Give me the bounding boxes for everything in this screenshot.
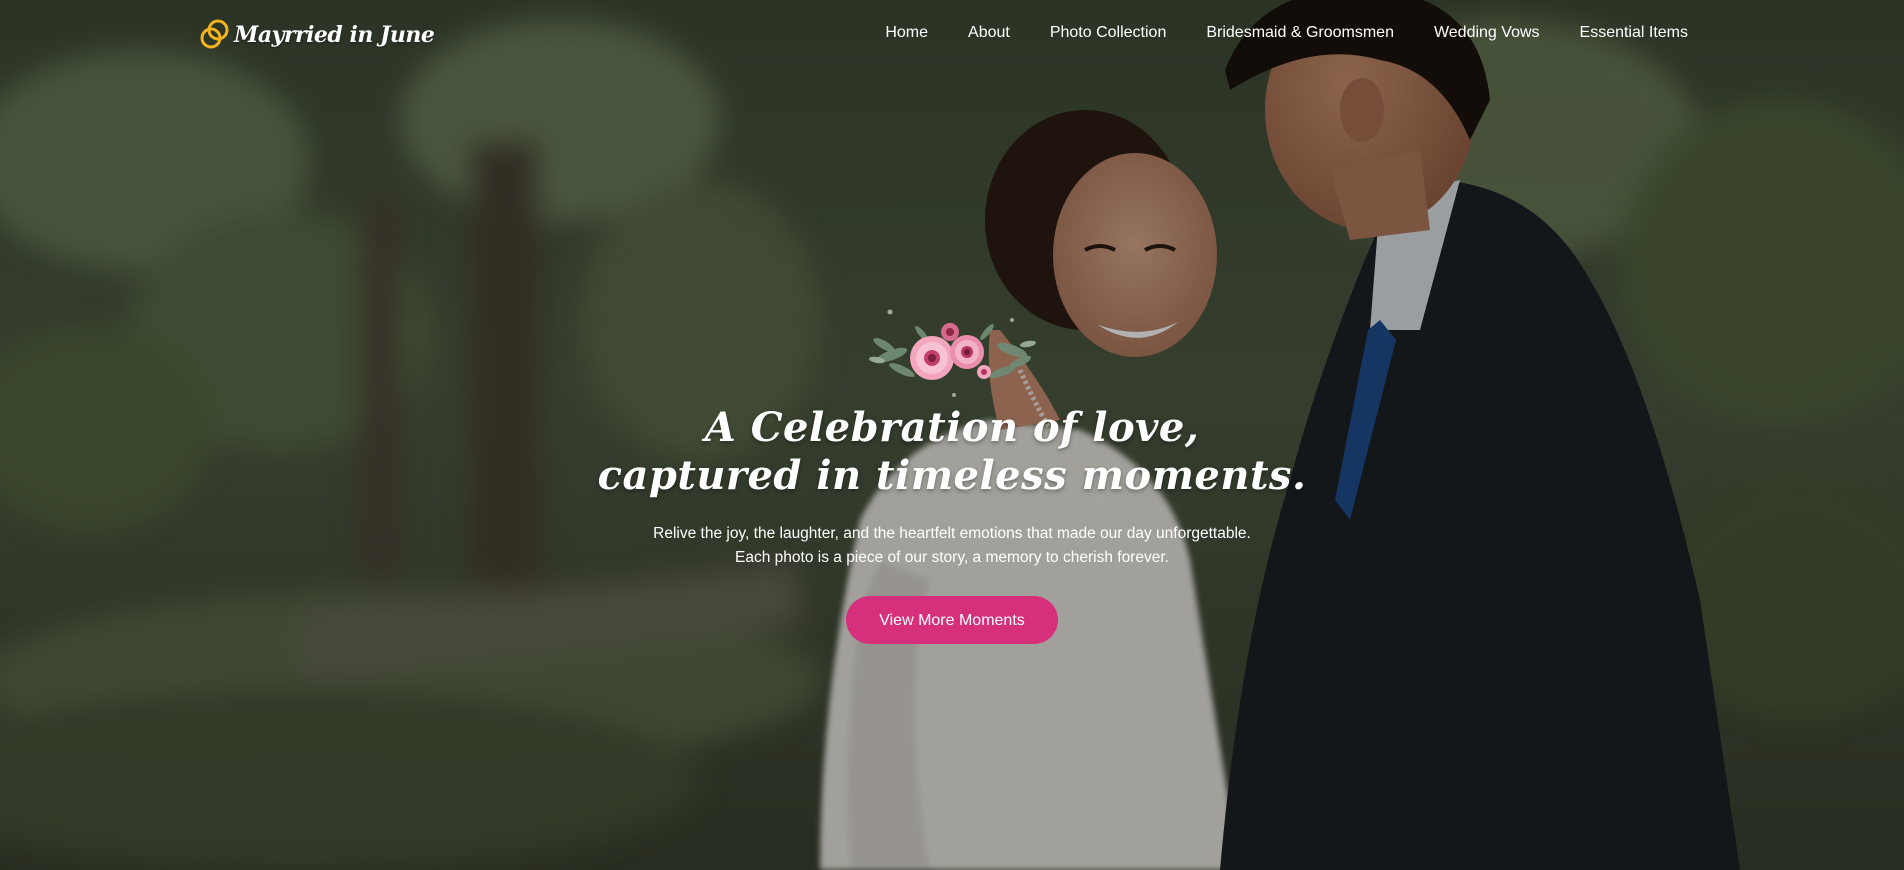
wedding-rings-icon — [200, 19, 229, 49]
pink-flowers-icon — [869, 309, 1036, 397]
nav-item-bridesmaid-groomsmen: Bridesmaid & Groomsmen — [1206, 24, 1394, 42]
nav-menu: Home About Photo Collection Bridesmaid &… — [885, 24, 1688, 42]
nav-item-home: Home — [885, 24, 928, 42]
nav-item-about: About — [968, 24, 1010, 42]
brand-name: Mayrried in June — [234, 22, 435, 48]
hero-subtext: Relive the joy, the laughter, and the he… — [552, 522, 1352, 570]
nav-link-home[interactable]: Home — [885, 24, 928, 41]
nav-item-essential-items: Essential Items — [1580, 24, 1688, 42]
nav-link-bridesmaid-groomsmen[interactable]: Bridesmaid & Groomsmen — [1206, 24, 1394, 41]
nav-item-photo-collection: Photo Collection — [1050, 24, 1167, 42]
hero-subtext-line1: Relive the joy, the laughter, and the he… — [653, 525, 1251, 542]
nav-link-about[interactable]: About — [968, 24, 1010, 41]
top-navigation: Mayrried in June Home About Photo Collec… — [0, 0, 1904, 70]
nav-link-wedding-vows[interactable]: Wedding Vows — [1434, 24, 1540, 41]
hero-headline-line1: A Celebration of love, — [704, 404, 1200, 451]
hero-content: A Celebration of love, captured in timel… — [552, 300, 1352, 644]
hero-headline-line2: captured in timeless moments. — [597, 452, 1307, 499]
hero-headline: A Celebration of love, captured in timel… — [552, 404, 1352, 500]
view-more-moments-button[interactable]: View More Moments — [846, 596, 1058, 644]
hero-section: Mayrried in June Home About Photo Collec… — [0, 0, 1904, 870]
hero-subtext-line2: Each photo is a piece of our story, a me… — [735, 549, 1169, 566]
nav-link-essential-items[interactable]: Essential Items — [1580, 24, 1688, 41]
site-logo[interactable]: Mayrried in June — [198, 18, 435, 52]
nav-item-wedding-vows: Wedding Vows — [1434, 24, 1540, 42]
nav-link-photo-collection[interactable]: Photo Collection — [1050, 24, 1167, 41]
